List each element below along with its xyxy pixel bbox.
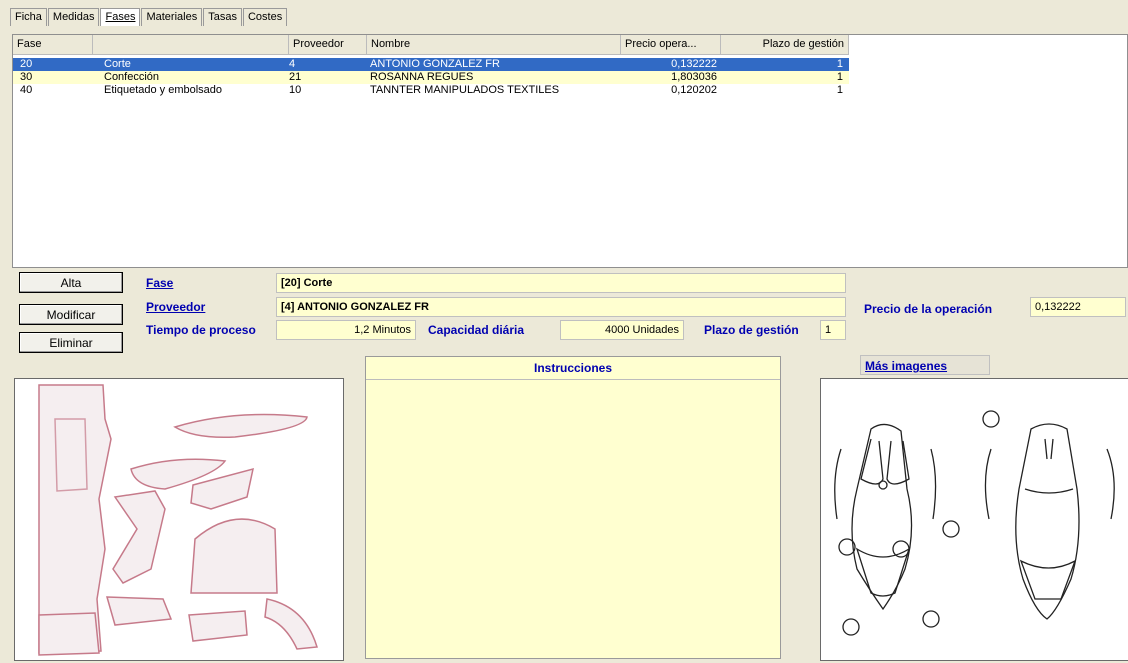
cell-nombre: ROSANNA REGUES <box>370 71 474 83</box>
column-header-plazo[interactable]: Plazo de gestión <box>721 35 849 54</box>
cell-fase: 30 <box>20 71 33 83</box>
tab-materiales[interactable]: Materiales <box>141 8 203 26</box>
table-row[interactable]: 30 Confección 21 ROSANNA REGUES 1,803036… <box>13 71 849 84</box>
cell-proveedor: 10 <box>289 84 302 96</box>
eliminar-button[interactable]: Eliminar <box>19 332 123 353</box>
cell-proveedor: 4 <box>289 58 296 70</box>
capacidad-label: Capacidad diária <box>428 323 525 337</box>
cell-precio: 0,120202 <box>671 84 717 96</box>
cell-fase: 40 <box>20 84 33 96</box>
instrucciones-title: Instrucciones <box>366 357 780 380</box>
plazo-label: Plazo de gestión <box>704 323 799 337</box>
table-row[interactable]: 20 Corte 4 ANTONIO GONZALEZ FR 0,132222 … <box>13 58 849 71</box>
cell-nombre: ANTONIO GONZALEZ FR <box>370 58 500 70</box>
mas-imagenes-link[interactable]: Más imagenes <box>860 355 990 375</box>
grid-header: Fase Proveedor Nombre Precio opera... Pl… <box>13 35 849 55</box>
tab-tasas[interactable]: Tasas <box>203 8 242 26</box>
tab-medidas[interactable]: Medidas <box>47 8 100 26</box>
cell-proveedor: 21 <box>289 71 302 83</box>
precio-field[interactable]: 0,132222 <box>1030 297 1126 317</box>
pattern-pieces-drawing <box>35 379 325 660</box>
tab-fases[interactable]: Fases <box>100 8 141 26</box>
column-header-precio[interactable]: Precio opera... <box>621 35 721 54</box>
precio-label: Precio de la operación <box>864 302 993 316</box>
column-header-desc[interactable] <box>93 35 289 54</box>
cell-plazo: 1 <box>836 84 843 96</box>
plazo-field[interactable]: 1 <box>820 320 846 340</box>
pattern-image <box>14 378 344 661</box>
alta-button[interactable]: Alta <box>19 272 123 293</box>
fase-label[interactable]: Fase <box>146 276 173 290</box>
capacidad-field[interactable]: 4000 Unidades <box>560 320 684 340</box>
cell-precio: 1,803036 <box>671 71 717 83</box>
fase-field[interactable]: [20] Corte <box>276 273 846 293</box>
proveedor-field[interactable]: [4] ANTONIO GONZALEZ FR <box>276 297 846 317</box>
tiempo-field[interactable]: 1,2 Minutos <box>276 320 416 340</box>
cell-fase: 20 <box>20 58 33 70</box>
column-header-proveedor[interactable]: Proveedor <box>289 35 367 54</box>
column-header-nombre[interactable]: Nombre <box>367 35 621 54</box>
proveedor-label[interactable]: Proveedor <box>146 300 205 314</box>
phases-grid[interactable]: Fase Proveedor Nombre Precio opera... Pl… <box>12 34 1128 268</box>
column-header-fase[interactable]: Fase <box>13 35 93 54</box>
cell-nombre: TANNTER MANIPULADOS TEXTILES <box>370 84 560 96</box>
instrucciones-panel[interactable]: Instrucciones <box>365 356 781 659</box>
tiempo-label: Tiempo de proceso <box>146 323 256 337</box>
tab-strip: Ficha Medidas Fases Materiales Tasas Cos… <box>10 8 288 27</box>
cell-precio: 0,132222 <box>671 58 717 70</box>
swimwear-sketch-drawing <box>834 410 1115 636</box>
cell-desc: Etiquetado y embolsado <box>104 84 223 96</box>
modificar-button[interactable]: Modificar <box>19 304 123 325</box>
cell-plazo: 1 <box>836 71 843 83</box>
sketch-image <box>820 378 1128 661</box>
cell-desc: Corte <box>104 58 131 70</box>
tab-costes[interactable]: Costes <box>242 8 288 26</box>
cell-desc: Confección <box>104 71 160 83</box>
tab-ficha[interactable]: Ficha <box>10 8 47 26</box>
cell-plazo: 1 <box>836 58 843 70</box>
table-row[interactable]: 40 Etiquetado y embolsado 10 TANNTER MAN… <box>13 84 849 97</box>
